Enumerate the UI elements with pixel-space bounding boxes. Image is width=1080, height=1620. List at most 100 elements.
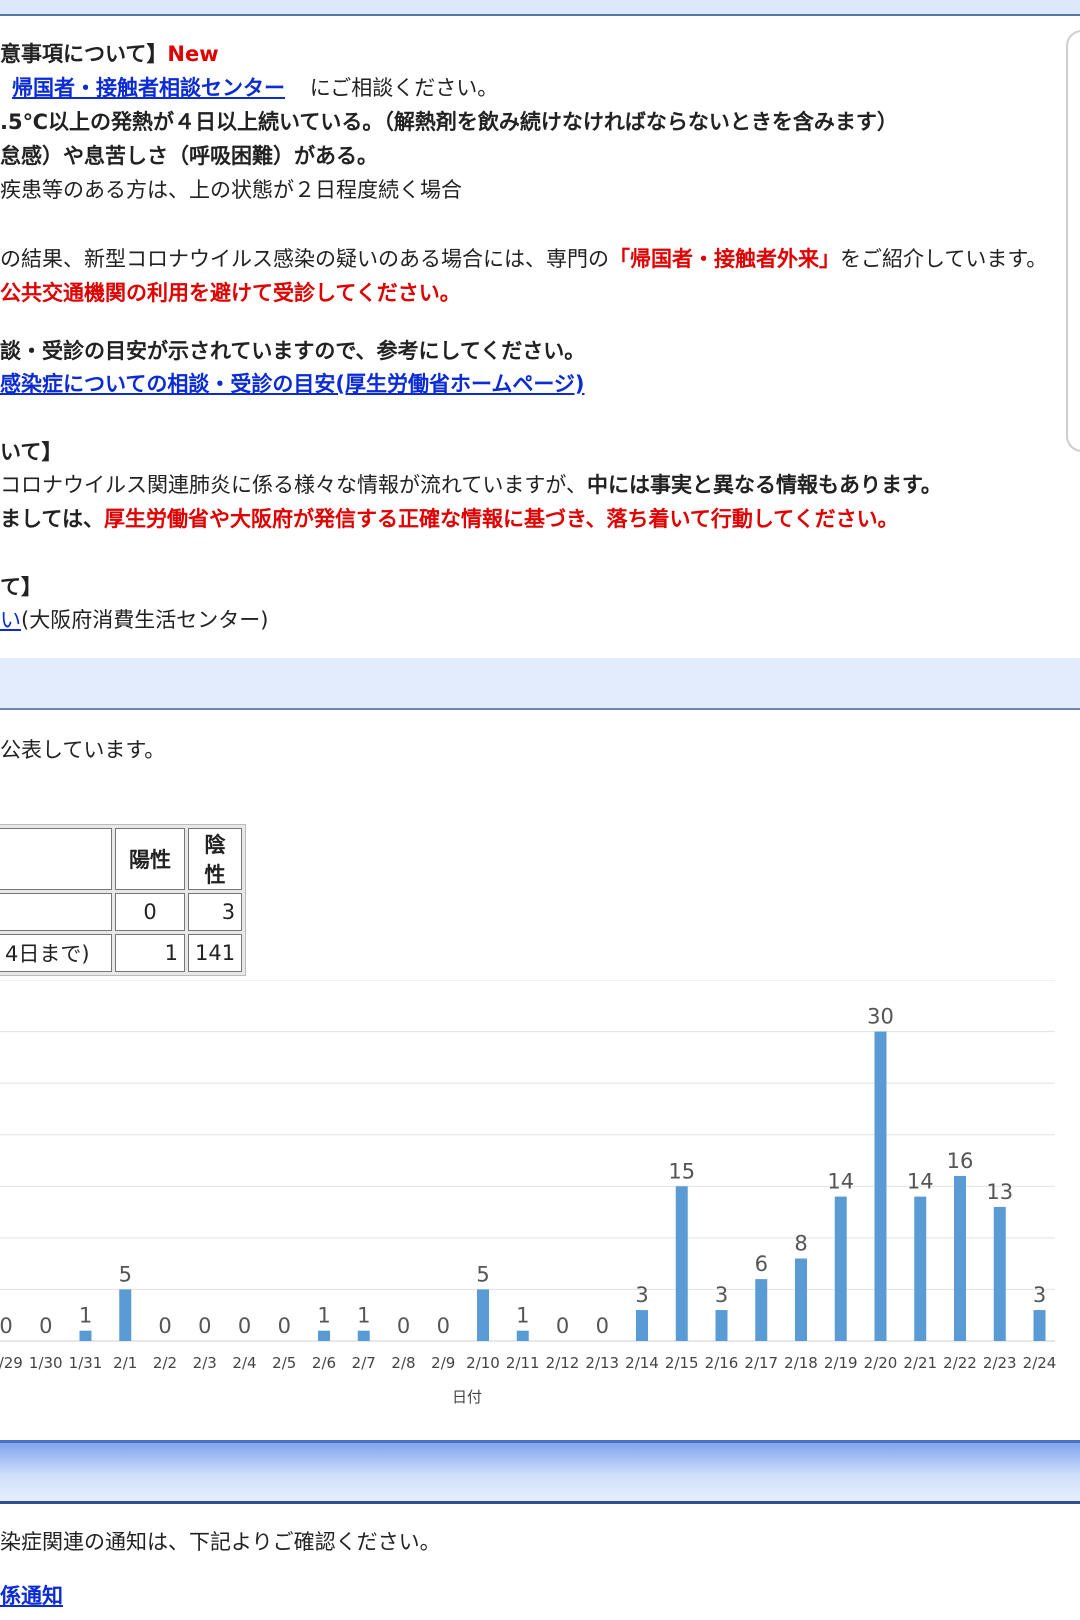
chart-x-tick-label: 1/31 <box>69 1354 103 1372</box>
chart-x-tick-label: 2/7 <box>352 1354 376 1372</box>
chart-data-label: 0 <box>556 1314 569 1338</box>
chart-x-tick-label: 2/22 <box>943 1354 977 1372</box>
table-row: 4日まで) 1 141 <box>0 934 243 972</box>
chart-data-label: 16 <box>947 1149 974 1173</box>
table-cell-positive: 1 <box>115 934 185 972</box>
daily-tests-bar-chart: 001500001100510031536814301416133 1/291/… <box>0 980 1057 1406</box>
result-clinic: 「帰国者・接触者外来」 <box>609 247 840 271</box>
fatigue-condition: 怠感）や息苦しさ（呼吸困難）がある。 <box>0 144 378 168</box>
chart-bar <box>516 1330 529 1341</box>
chart-x-tick-label: 2/6 <box>312 1354 336 1372</box>
consult-suffix: にご相談ください。 <box>309 76 499 100</box>
chart-x-tick-label: 2/8 <box>391 1354 415 1372</box>
chart-x-tick-label: 2/23 <box>983 1354 1017 1372</box>
chart-x-tick-label: 1/30 <box>29 1354 63 1372</box>
chart-data-label: 3 <box>715 1283 728 1307</box>
consumer-line: い(大阪府消費生活センター) <box>0 608 268 632</box>
chart-bar <box>119 1289 132 1341</box>
table-cell-label: 4日まで) <box>0 934 112 972</box>
chart-x-tick-label: 2/21 <box>903 1354 937 1372</box>
chart-data-label: 15 <box>668 1159 695 1183</box>
table-cell-negative: 3 <box>188 893 243 931</box>
chart-x-tick-label: 2/11 <box>506 1354 540 1372</box>
chart-data-label: 1 <box>516 1304 529 1328</box>
new-badge: New <box>167 42 219 66</box>
chart-data-label: 1 <box>357 1304 370 1328</box>
chart-data-label: 3 <box>1033 1283 1046 1307</box>
fever-condition: .5℃以上の発熱が４日以上続いている。（解熱剤を飲み続けなければならないときを含… <box>0 110 898 134</box>
result-line: の結果、新型コロナウイルス感染の疑いのある場合には、専門の「帰国者・接触者外来」… <box>0 247 1047 271</box>
chart-bar <box>477 1289 489 1341</box>
chart-x-tick-label: 2/1 <box>113 1354 137 1372</box>
chart-x-tick-label: 2/10 <box>466 1354 500 1372</box>
chart-x-tick-label: 2/3 <box>193 1354 217 1372</box>
chart-data-label: 0 <box>278 1314 291 1338</box>
chart-data-label: 8 <box>794 1231 807 1255</box>
scrollbar[interactable] <box>1066 30 1080 452</box>
chart-data-label: 0 <box>198 1314 211 1338</box>
chart-data-label: 0 <box>238 1314 251 1338</box>
chart-x-tick-label: 2/20 <box>864 1354 898 1372</box>
notification-link[interactable]: 係通知 <box>0 1584 63 1608</box>
consumer-link[interactable]: い <box>0 608 21 632</box>
chart-data-label: 0 <box>397 1314 410 1338</box>
table-header-label <box>0 828 112 890</box>
result-pre: の結果、新型コロナウイルス感染の疑いのある場合には、専門の <box>0 247 609 271</box>
chart-x-tick-label: 2/18 <box>784 1354 818 1372</box>
chart-x-tick-label: 2/15 <box>665 1354 699 1372</box>
results-table: 陽性 陰性 0 3 4日まで) 1 141 <box>0 824 247 976</box>
guide-link-wrap: 感染症についての相談・受診の目安(厚生労働省ホームページ) <box>0 372 585 396</box>
chart-bar <box>954 1175 966 1341</box>
chronic-condition: 疾患等のある方は、上の状態が２日程度続く場合 <box>0 178 462 202</box>
chart-x-tick-label: 1/29 <box>0 1354 23 1372</box>
chart-data-label: 6 <box>755 1252 768 1276</box>
chart-x-tick-label: 2/14 <box>625 1354 659 1372</box>
chart-bar <box>834 1196 847 1341</box>
table-row: 0 3 <box>0 893 243 931</box>
table-cell-label <box>0 893 112 931</box>
rumor-heading: いて】 <box>0 440 63 464</box>
footer-notice-text: 染症関連の通知は、下記よりご確認ください。 <box>0 1530 441 1554</box>
top-header-bar <box>0 0 1080 16</box>
consult-center-link[interactable]: 帰国者・接触者相談センター <box>12 76 285 100</box>
chart-bar <box>636 1310 648 1341</box>
chart-bar <box>993 1206 1006 1341</box>
chart-x-tick-label: 2/16 <box>705 1354 739 1372</box>
table-cell-negative: 141 <box>188 934 243 972</box>
chart-bar <box>318 1330 330 1341</box>
chart-bar <box>79 1330 92 1341</box>
chart-x-tick-label: 2/19 <box>824 1354 858 1372</box>
chart-data-label: 3 <box>635 1283 648 1307</box>
chart-bar <box>914 1196 927 1341</box>
chart-bar <box>874 1031 887 1341</box>
chart-x-tick-label: 2/24 <box>1023 1354 1057 1372</box>
result-post: をご紹介しています。 <box>840 247 1048 271</box>
chart-bar <box>755 1279 768 1341</box>
guide-link[interactable]: 感染症についての相談・受診の目安(厚生労働省ホームページ) <box>0 372 585 396</box>
section-header-band <box>0 658 1080 710</box>
chart-x-tick-label: 2/12 <box>546 1354 580 1372</box>
rumor-line1: コロナウイルス関連肺炎に係る様々な情報が流れていますが、中には事実と異なる情報も… <box>0 473 942 497</box>
chart-data-label: 5 <box>119 1262 132 1286</box>
chart-data-label: 0 <box>596 1314 609 1338</box>
chart-data-label: 1 <box>317 1304 330 1328</box>
chart-data-label: 5 <box>476 1262 489 1286</box>
table-cell-positive: 0 <box>115 893 185 931</box>
chart-x-axis-label: 日付 <box>452 1388 482 1406</box>
rumor-line2-red: 厚生労働省や大阪府が発信する正確な情報に基づき、落ち着いて行動してください。 <box>103 507 899 531</box>
rumor-line1-pre: コロナウイルス関連肺炎に係る様々な情報が流れていますが、 <box>0 473 587 497</box>
chart-gridlines <box>0 980 1055 1342</box>
chart-data-label: 14 <box>827 1170 854 1194</box>
chart-bar <box>1033 1310 1046 1341</box>
chart-bar <box>795 1258 807 1341</box>
chart-data-label: 13 <box>986 1180 1013 1204</box>
table-header-row: 陽性 陰性 <box>0 828 243 890</box>
notice-heading: 意事項について】New <box>0 42 219 66</box>
rumor-line2: ましては、厚生労働省や大阪府が発信する正確な情報に基づき、落ち着いて行動してくだ… <box>0 507 899 531</box>
chart-bar <box>715 1310 728 1341</box>
chart-bar <box>357 1330 370 1341</box>
results-intro: 公表しています。 <box>0 738 166 762</box>
consult-line: 帰国者・接触者相談センター にご相談ください。 <box>12 76 498 100</box>
consumer-heading: て】 <box>0 575 42 599</box>
chart-data-label: 0 <box>158 1314 171 1338</box>
